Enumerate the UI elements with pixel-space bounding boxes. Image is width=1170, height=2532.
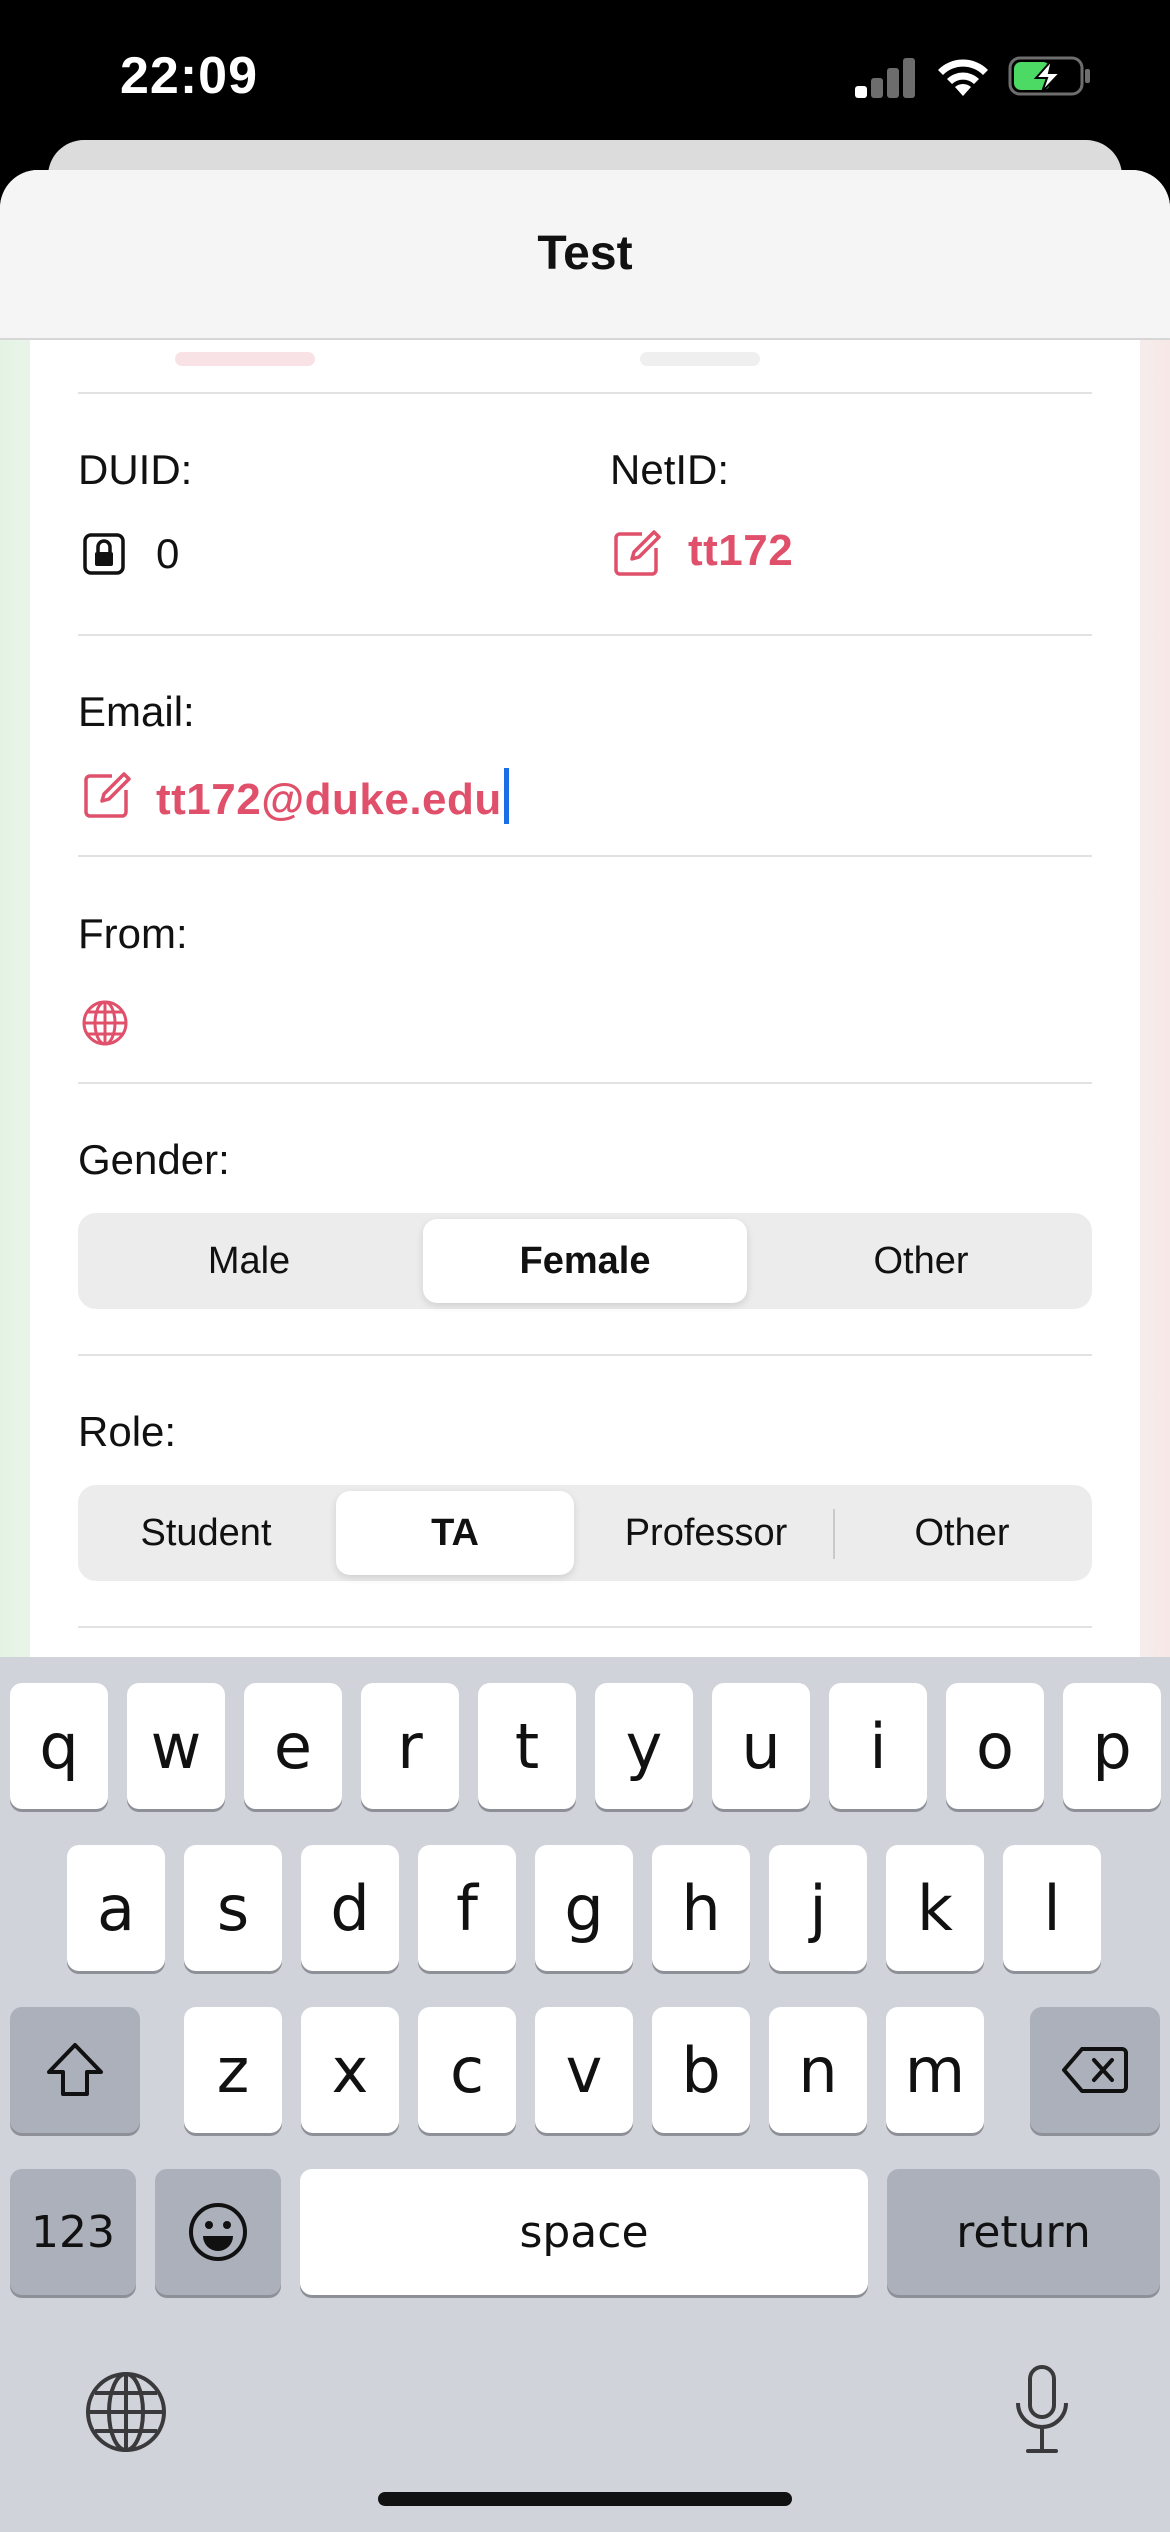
emoji-key[interactable]: [155, 2169, 281, 2295]
key-r[interactable]: r: [361, 1683, 459, 1809]
gender-segmented-control: Male Female Other: [78, 1213, 1092, 1309]
netid-field[interactable]: tt172: [688, 526, 793, 576]
role-option-professor[interactable]: Professor: [582, 1491, 830, 1575]
role-option-ta[interactable]: TA: [336, 1491, 574, 1575]
key-w[interactable]: w: [127, 1683, 225, 1809]
gender-option-female[interactable]: Female: [423, 1219, 747, 1303]
emoji-icon: [189, 2203, 247, 2261]
key-m[interactable]: m: [886, 2007, 984, 2133]
gender-option-male[interactable]: Male: [84, 1219, 414, 1303]
key-k[interactable]: k: [886, 1845, 984, 1971]
delete-key[interactable]: [1030, 2007, 1160, 2133]
text-cursor: [503, 768, 509, 824]
gender-label: Gender:: [78, 1136, 230, 1183]
role-option-other[interactable]: Other: [838, 1491, 1086, 1575]
key-t[interactable]: t: [478, 1683, 576, 1809]
shift-key[interactable]: [10, 2007, 140, 2133]
role-option-student[interactable]: Student: [84, 1491, 328, 1575]
edit-icon[interactable]: [82, 770, 132, 820]
email-label: Email:: [78, 688, 195, 735]
sheet-title: Test: [537, 227, 633, 280]
key-b[interactable]: b: [652, 2007, 750, 2133]
numbers-key[interactable]: 123: [10, 2169, 136, 2295]
divider: [78, 1354, 1092, 1356]
key-s[interactable]: s: [184, 1845, 282, 1971]
backspace-icon: [1062, 2047, 1128, 2093]
duid-label: DUID:: [78, 446, 193, 493]
key-p[interactable]: p: [1063, 1683, 1161, 1809]
key-x[interactable]: x: [301, 2007, 399, 2133]
key-j[interactable]: j: [769, 1845, 867, 1971]
segment-separator: [833, 1509, 835, 1559]
netid-label: NetID:: [610, 446, 730, 493]
divider: [78, 1626, 1092, 1628]
scrolled-content-fragment: [175, 352, 315, 366]
edit-icon[interactable]: [612, 528, 662, 578]
email-value: tt172@duke.edu: [156, 775, 502, 824]
divider: [78, 1082, 1092, 1084]
key-c[interactable]: c: [418, 2007, 516, 2133]
cellular-signal-icon: [855, 56, 917, 98]
globe-icon[interactable]: [83, 2369, 169, 2455]
status-bar: 22:09: [0, 0, 1170, 150]
return-key[interactable]: return: [887, 2169, 1160, 2295]
battery-charging-icon: [1008, 56, 1090, 96]
scrolled-content-fragment: [640, 352, 760, 366]
shift-icon: [47, 2043, 103, 2096]
key-q[interactable]: q: [10, 1683, 108, 1809]
divider: [78, 392, 1092, 394]
keyboard: q w e r t y u i o p a s d f g h j k l z …: [0, 1657, 1170, 2532]
key-f[interactable]: f: [418, 1845, 516, 1971]
key-a[interactable]: a: [67, 1845, 165, 1971]
key-v[interactable]: v: [535, 2007, 633, 2133]
email-field[interactable]: tt172@duke.edu: [156, 768, 509, 825]
key-n[interactable]: n: [769, 2007, 867, 2133]
space-key[interactable]: space: [300, 2169, 868, 2295]
gender-option-other[interactable]: Other: [756, 1219, 1086, 1303]
wifi-icon: [938, 59, 988, 96]
key-y[interactable]: y: [595, 1683, 693, 1809]
role-segmented-control: Student TA Professor Other: [78, 1485, 1092, 1581]
sheet-header: Test: [0, 170, 1170, 340]
role-label: Role:: [78, 1408, 177, 1455]
key-i[interactable]: i: [829, 1683, 927, 1809]
key-e[interactable]: e: [244, 1683, 342, 1809]
duid-value: 0: [156, 530, 180, 577]
key-h[interactable]: h: [652, 1845, 750, 1971]
lock-icon: [83, 533, 125, 575]
key-u[interactable]: u: [712, 1683, 810, 1809]
status-time: 22:09: [120, 47, 258, 105]
microphone-icon[interactable]: [1010, 2363, 1074, 2457]
key-l[interactable]: l: [1003, 1845, 1101, 1971]
divider: [78, 855, 1092, 857]
home-indicator[interactable]: [378, 2492, 792, 2506]
globe-icon[interactable]: [80, 998, 130, 1048]
key-g[interactable]: g: [535, 1845, 633, 1971]
key-z[interactable]: z: [184, 2007, 282, 2133]
key-o[interactable]: o: [946, 1683, 1044, 1809]
divider: [78, 634, 1092, 636]
from-label: From:: [78, 910, 188, 957]
key-d[interactable]: d: [301, 1845, 399, 1971]
